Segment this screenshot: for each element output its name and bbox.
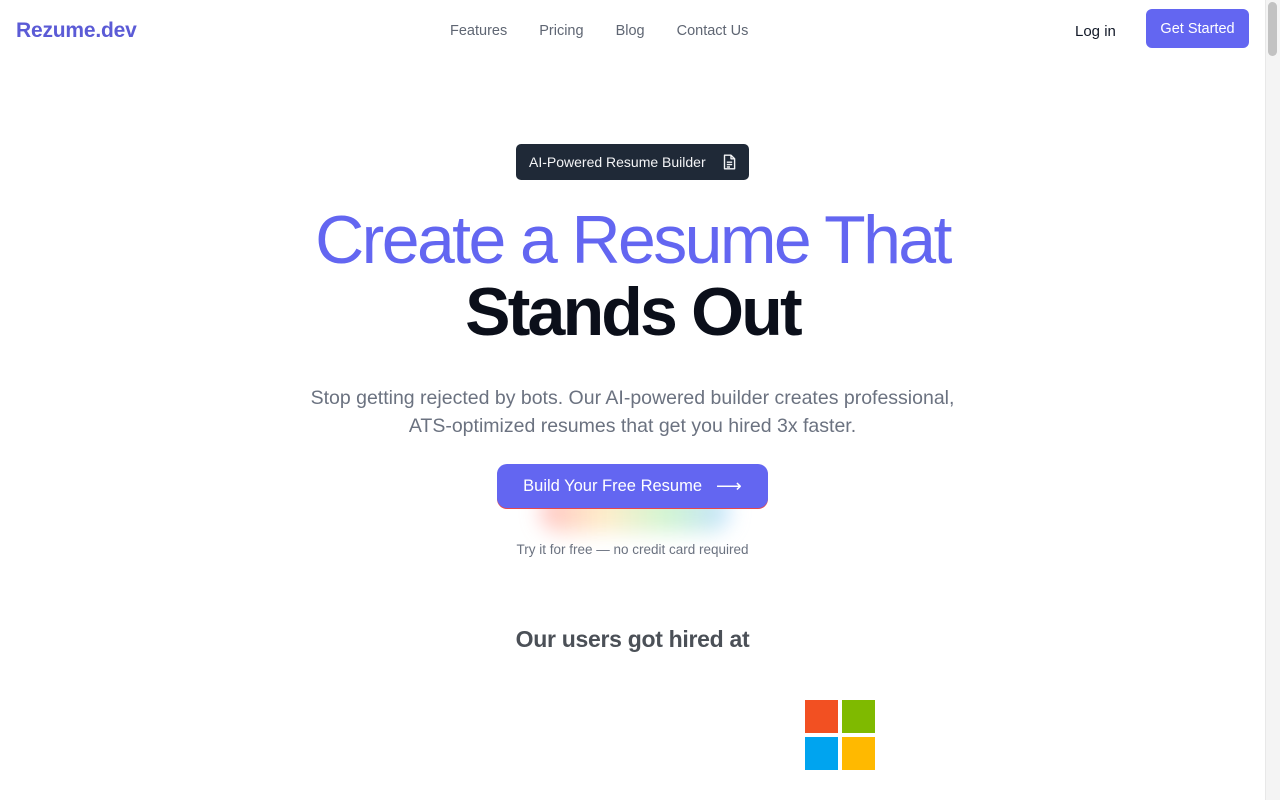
site-header: Rezume.dev Features Pricing Blog Contact… [0,0,1265,64]
hero-badge-label: AI-Powered Resume Builder [529,154,706,170]
microsoft-logo-red-square [805,700,838,733]
login-link[interactable]: Log in [1075,23,1116,40]
hero-badge: AI-Powered Resume Builder [516,144,749,180]
brand-logo[interactable]: Rezume.dev [16,19,137,43]
main-nav: Features Pricing Blog Contact Us [450,23,780,39]
hero-headline-line1: Create a Resume That [315,202,952,278]
hero-subtitle: Stop getting rejected by bots. Our AI-po… [310,387,955,437]
cta-label: Build Your Free Resume [523,476,703,495]
nav-item-features[interactable]: Features [450,23,507,39]
nav-item-contact-us[interactable]: Contact Us [677,23,749,39]
document-icon [723,154,736,170]
arrow-right-icon: ⟶ [716,475,742,496]
scrollbar-thumb[interactable] [1268,2,1277,56]
microsoft-logo-yellow-square [842,737,875,770]
build-free-resume-button[interactable]: Build Your Free Resume ⟶ [497,464,768,508]
microsoft-logo-green-square [842,700,875,733]
page-scrollbar[interactable] [1265,0,1280,800]
microsoft-logo [805,700,876,771]
microsoft-logo-blue-square [805,737,838,770]
get-started-button[interactable]: Get Started [1146,9,1249,48]
hero-headline-line2: Stands Out [465,274,802,350]
nav-item-blog[interactable]: Blog [616,23,645,39]
cta-note: Try it for free — no credit card require… [516,542,749,557]
nav-item-pricing[interactable]: Pricing [539,23,583,39]
companies-title: Our users got hired at [515,626,750,652]
